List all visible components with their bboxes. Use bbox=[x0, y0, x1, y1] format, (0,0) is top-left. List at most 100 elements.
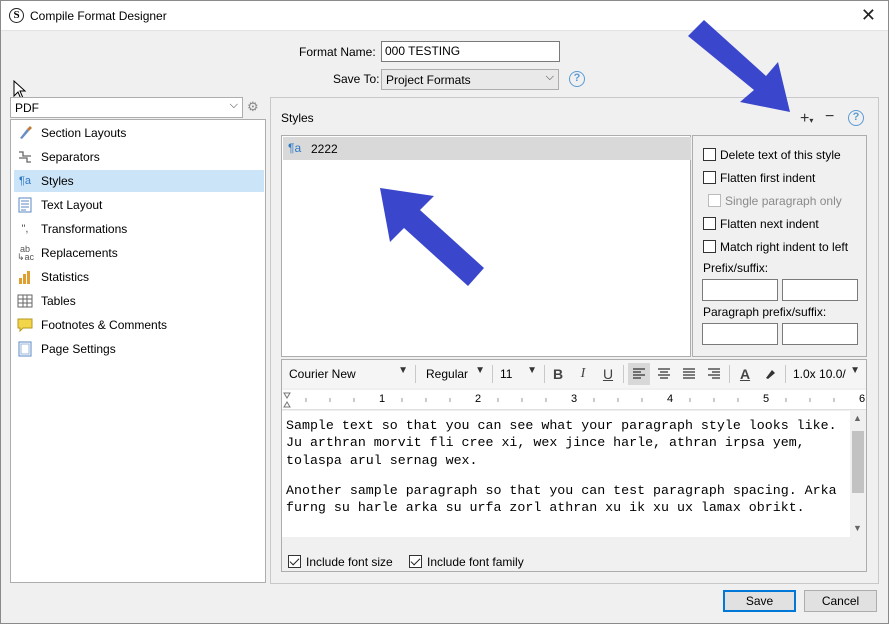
sidebar-item-section-layouts[interactable]: Section Layouts bbox=[14, 122, 264, 144]
line-spacing-value: 1.0x 10.0/ bbox=[793, 367, 846, 381]
toolbar-divider bbox=[785, 365, 786, 383]
sidebar-item-label: Separators bbox=[41, 150, 100, 164]
ruler-number: 1 bbox=[379, 393, 386, 405]
sidebar-item-label: Page Settings bbox=[41, 342, 116, 356]
sidebar-item-text-layout[interactable]: Text Layout bbox=[14, 194, 264, 216]
sidebar-item-separators[interactable]: Separators bbox=[14, 146, 264, 168]
underline-button[interactable]: U bbox=[597, 363, 619, 385]
paragraph-prefix-suffix-label: Paragraph prefix/suffix: bbox=[703, 305, 827, 319]
replace-icon: ab ↳ac bbox=[17, 244, 35, 262]
save-to-value: Project Formats bbox=[386, 73, 471, 87]
flatten-first-label: Flatten first indent bbox=[720, 171, 816, 185]
save-to-label: Save To: bbox=[333, 72, 380, 86]
save-button[interactable]: Save bbox=[723, 590, 796, 612]
font-size-select[interactable]: 11 ▼ bbox=[495, 363, 541, 385]
sidebar-item-label: Replacements bbox=[41, 246, 118, 260]
gear-icon[interactable]: ⚙ bbox=[247, 99, 259, 115]
help-icon[interactable]: ? bbox=[569, 71, 585, 87]
page-icon bbox=[18, 341, 32, 357]
sidebar-item-replacements[interactable]: ab ↳ac Replacements bbox=[14, 242, 264, 264]
flatten-first-checkbox[interactable] bbox=[703, 171, 716, 184]
align-left-icon bbox=[633, 368, 645, 379]
bold-button[interactable]: B bbox=[547, 363, 569, 385]
sample-text-area[interactable]: Sample text so that you can see what you… bbox=[282, 411, 850, 537]
line-spacing-select[interactable]: 1.0x 10.0/ ▼ bbox=[788, 363, 864, 385]
styles-help-icon[interactable]: ? bbox=[848, 110, 864, 126]
ruler-number: 2 bbox=[475, 393, 482, 405]
sidebar-item-label: Statistics bbox=[41, 270, 90, 284]
chevron-down-icon: ▼ bbox=[475, 365, 485, 376]
text-layout-icon bbox=[18, 197, 32, 213]
prefix-input[interactable] bbox=[702, 279, 778, 301]
italic-button[interactable]: I bbox=[572, 363, 594, 385]
cancel-button[interactable]: Cancel bbox=[804, 590, 877, 612]
separators-icon bbox=[19, 151, 31, 163]
sidebar-item-statistics[interactable]: Statistics bbox=[14, 266, 264, 288]
single-paragraph-checkbox[interactable] bbox=[708, 194, 721, 207]
toolbar-divider bbox=[415, 365, 416, 383]
match-right-label: Match right indent to left bbox=[720, 240, 849, 254]
flatten-next-checkbox[interactable] bbox=[703, 217, 716, 230]
highlight-button[interactable] bbox=[759, 363, 781, 385]
styles-heading: Styles bbox=[281, 111, 314, 125]
paragraph-prefix-input[interactable] bbox=[702, 323, 778, 345]
match-right-checkbox[interactable] bbox=[703, 240, 716, 253]
include-font-size-label: Include font size bbox=[306, 555, 393, 569]
format-name-input[interactable]: 000 TESTING bbox=[381, 41, 560, 62]
format-sections-list: Section Layouts Separators ¶a Styles Tex… bbox=[10, 119, 266, 583]
sample-paragraph: Sample text so that you can see what you… bbox=[286, 418, 845, 468]
font-family-select[interactable]: Courier New ▼ bbox=[284, 363, 412, 385]
paragraph-suffix-input[interactable] bbox=[782, 323, 858, 345]
sample-paragraph: Another sample paragraph so that you can… bbox=[286, 482, 845, 516]
chevron-down-icon: ▼ bbox=[850, 365, 860, 376]
font-style-select[interactable]: Regular ▼ bbox=[421, 363, 489, 385]
vertical-scrollbar[interactable]: ▲ ▼ bbox=[850, 411, 866, 537]
style-list-item[interactable]: ¶a 2222 bbox=[283, 137, 691, 160]
sidebar-item-styles[interactable]: ¶a Styles bbox=[14, 170, 264, 192]
sidebar-item-transformations[interactable]: ", Transformations bbox=[14, 218, 264, 240]
scroll-down-icon[interactable]: ▼ bbox=[853, 523, 862, 533]
toolbar-divider bbox=[623, 365, 624, 383]
sidebar-item-label: Footnotes & Comments bbox=[41, 318, 168, 332]
sidebar-item-label: Section Layouts bbox=[41, 126, 127, 140]
single-paragraph-label: Single paragraph only bbox=[725, 194, 842, 208]
font-size-value: 11 bbox=[500, 367, 513, 381]
style-name: 2222 bbox=[311, 142, 338, 156]
include-font-family-checkbox[interactable] bbox=[409, 555, 422, 568]
align-right-button[interactable] bbox=[703, 363, 725, 385]
align-right-icon bbox=[708, 368, 720, 379]
annotation-arrow-icon bbox=[380, 188, 484, 286]
font-family-value: Courier New bbox=[289, 367, 356, 381]
ruler-number: 4 bbox=[667, 393, 674, 405]
add-style-button[interactable]: +▾ bbox=[800, 110, 813, 128]
sidebar-item-footnotes-comments[interactable]: Footnotes & Comments bbox=[14, 314, 264, 336]
sidebar-item-label: Styles bbox=[41, 174, 74, 188]
scrollbar-thumb[interactable] bbox=[852, 431, 864, 493]
scroll-up-icon[interactable]: ▲ bbox=[853, 413, 862, 423]
chevron-down-icon: ▼ bbox=[398, 365, 408, 376]
align-center-icon bbox=[658, 368, 670, 379]
chevron-down-icon: ⌵ bbox=[229, 99, 238, 111]
font-style-value: Regular bbox=[426, 367, 469, 381]
sidebar-item-tables[interactable]: Tables bbox=[14, 290, 264, 312]
text-color-button[interactable]: A bbox=[734, 363, 756, 385]
table-icon bbox=[17, 294, 33, 308]
include-font-size-checkbox[interactable] bbox=[288, 555, 301, 568]
close-icon[interactable]: ✕ bbox=[861, 5, 876, 25]
delete-text-label: Delete text of this style bbox=[720, 148, 841, 162]
compile-for-select[interactable]: PDF ⌵ bbox=[10, 97, 243, 118]
suffix-input[interactable] bbox=[782, 279, 858, 301]
align-center-button[interactable] bbox=[653, 363, 675, 385]
scrivener-app-icon: S bbox=[9, 8, 24, 23]
ruler[interactable]: 1 2 3 4 5 6 bbox=[282, 390, 866, 410]
window-title: Compile Format Designer bbox=[30, 9, 167, 23]
sidebar-item-label: Transformations bbox=[41, 222, 128, 236]
sidebar-item-page-settings[interactable]: Page Settings bbox=[14, 338, 264, 360]
chevron-down-icon: ▼ bbox=[527, 365, 537, 376]
include-font-family-label: Include font family bbox=[427, 555, 524, 569]
align-justify-button[interactable] bbox=[678, 363, 700, 385]
align-left-button[interactable] bbox=[628, 363, 650, 385]
delete-text-checkbox[interactable] bbox=[703, 148, 716, 161]
save-to-select[interactable]: Project Formats ⌵ bbox=[381, 69, 559, 90]
remove-style-button[interactable]: − bbox=[825, 108, 834, 126]
